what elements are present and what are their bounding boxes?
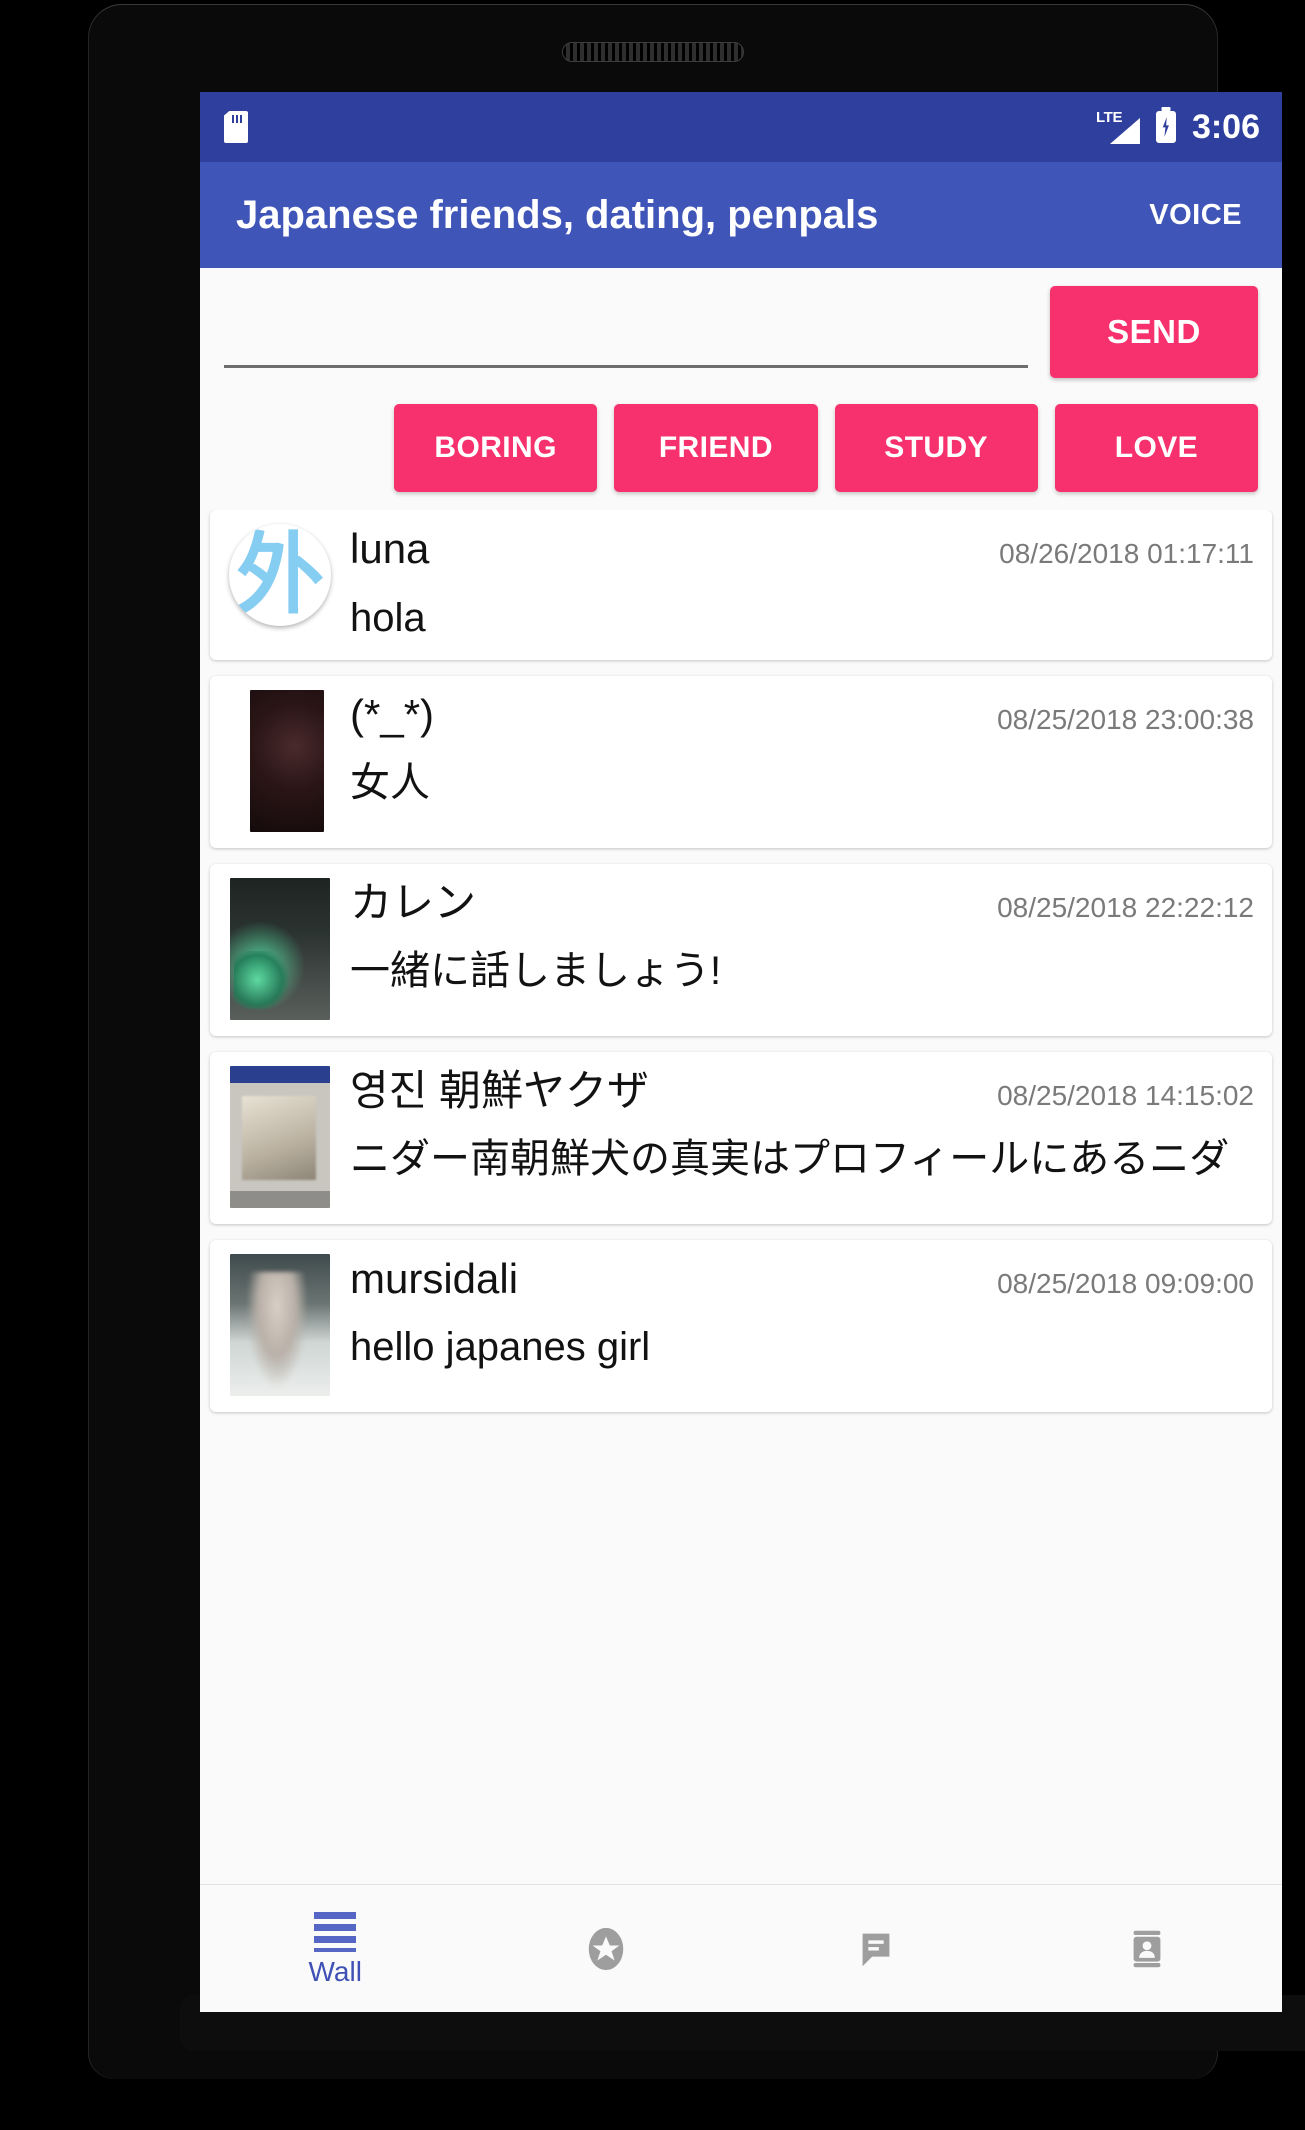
avatar-photo — [249, 689, 324, 832]
phone-device-frame: LTE 3:06 Japanese friends, dating, penpa… — [88, 4, 1305, 2079]
avatar[interactable] — [228, 877, 332, 1020]
post-timestamp: 08/25/2018 23:00:38 — [997, 703, 1254, 735]
status-bar-left — [224, 111, 248, 143]
contacts-card-icon — [1133, 1930, 1161, 1967]
post-message: 女人 — [350, 761, 430, 806]
sd-card-icon — [224, 111, 248, 143]
post-username: luna — [350, 525, 430, 572]
voice-button[interactable]: VOICE — [1139, 189, 1252, 242]
post-username: 영진 朝鮮ヤクザ — [350, 1066, 649, 1114]
post-card[interactable]: mursidali 08/25/2018 09:09:00 hello japa… — [210, 1239, 1272, 1412]
post-timestamp: 08/25/2018 22:22:12 — [997, 891, 1254, 923]
wall-feed-list[interactable]: 外 luna 08/26/2018 01:17:11 hola (*_*) 08… — [200, 510, 1282, 1884]
avatar-kanji-icon: 外 — [229, 524, 331, 626]
avatar[interactable]: 外 — [228, 524, 332, 626]
post-timestamp: 08/25/2018 14:15:02 — [997, 1079, 1254, 1111]
category-button-love[interactable]: LOVE — [1054, 404, 1258, 492]
status-bar: LTE 3:06 — [200, 92, 1282, 162]
avatar-photo — [230, 877, 330, 1020]
wall-lines-icon — [314, 1911, 357, 1952]
send-button[interactable]: SEND — [1050, 286, 1258, 378]
post-message: ニダー南朝鮮犬の真実はプロフィールにあるニダ — [350, 1137, 1230, 1182]
category-button-study[interactable]: STUDY — [834, 404, 1038, 492]
post-card[interactable]: (*_*) 08/25/2018 23:00:38 女人 — [210, 675, 1272, 848]
post-body: mursidali 08/25/2018 09:09:00 hello japa… — [332, 1254, 1254, 1374]
post-message: hello japanes girl — [350, 1325, 651, 1370]
battery-charging-icon — [1155, 111, 1176, 143]
post-username: カレン — [350, 878, 477, 926]
post-username: mursidali — [350, 1254, 519, 1302]
nav-item-wall[interactable]: Wall — [200, 1885, 471, 2012]
earpiece-speaker — [562, 42, 744, 62]
avatar-photo — [230, 1253, 330, 1396]
bottom-navigation-bar: Wall — [200, 1884, 1282, 2012]
post-header: mursidali 08/25/2018 09:09:00 — [350, 1254, 1254, 1304]
post-card[interactable]: カレン 08/25/2018 22:22:12 一緒に話しましょう! — [210, 863, 1272, 1036]
nav-item-messages[interactable] — [741, 1885, 1012, 2012]
compose-row: SEND — [200, 268, 1282, 390]
star-circle-icon — [588, 1927, 623, 1970]
lte-label: LTE — [1095, 109, 1123, 126]
compose-input-wrapper — [224, 286, 1028, 368]
post-timestamp: 08/25/2018 09:09:00 — [997, 1267, 1254, 1299]
post-header: (*_*) 08/25/2018 23:00:38 — [350, 690, 1254, 740]
category-button-friend[interactable]: FRIEND — [614, 404, 818, 492]
lte-signal-icon: LTE — [1095, 109, 1140, 144]
nav-label-wall: Wall — [308, 1955, 362, 1987]
phone-screen: LTE 3:06 Japanese friends, dating, penpa… — [200, 92, 1282, 2012]
page-title: Japanese friends, dating, penpals — [236, 192, 879, 237]
nav-item-favorites[interactable] — [471, 1885, 742, 2012]
avatar[interactable] — [228, 1253, 332, 1396]
post-card[interactable]: 영진 朝鮮ヤクザ 08/25/2018 14:15:02 ニダー南朝鮮犬の真実は… — [210, 1051, 1272, 1224]
post-username: (*_*) — [350, 690, 435, 738]
post-card[interactable]: 外 luna 08/26/2018 01:17:11 hola — [210, 510, 1272, 660]
category-button-row: BORING FRIEND STUDY LOVE — [200, 390, 1282, 510]
avatar[interactable] — [228, 689, 332, 832]
status-bar-clock: 3:06 — [1191, 108, 1260, 146]
category-button-boring[interactable]: BORING — [394, 404, 598, 492]
post-message: hola — [350, 595, 426, 640]
post-body: カレン 08/25/2018 22:22:12 一緒に話しましょう! — [332, 878, 1254, 998]
battery-bolt-icon — [1162, 117, 1169, 137]
post-header: カレン 08/25/2018 22:22:12 — [350, 878, 1254, 928]
app-bar: Japanese friends, dating, penpals VOICE — [200, 162, 1282, 268]
post-body: (*_*) 08/25/2018 23:00:38 女人 — [332, 690, 1254, 810]
post-timestamp: 08/26/2018 01:17:11 — [999, 538, 1254, 569]
message-input[interactable] — [224, 306, 1028, 368]
chat-bubble-icon — [862, 1933, 890, 1966]
post-body: 영진 朝鮮ヤクザ 08/25/2018 14:15:02 ニダー南朝鮮犬の真実は… — [332, 1066, 1254, 1186]
post-body: luna 08/26/2018 01:17:11 hola — [332, 524, 1254, 644]
avatar-photo — [230, 1065, 330, 1208]
post-header: luna 08/26/2018 01:17:11 — [350, 524, 1254, 574]
post-header: 영진 朝鮮ヤクザ 08/25/2018 14:15:02 — [350, 1066, 1254, 1116]
post-message: 一緒に話しましょう! — [350, 949, 722, 994]
nav-item-contacts[interactable] — [1012, 1885, 1283, 2012]
avatar[interactable] — [228, 1065, 332, 1208]
status-bar-right: LTE 3:06 — [1095, 108, 1260, 146]
